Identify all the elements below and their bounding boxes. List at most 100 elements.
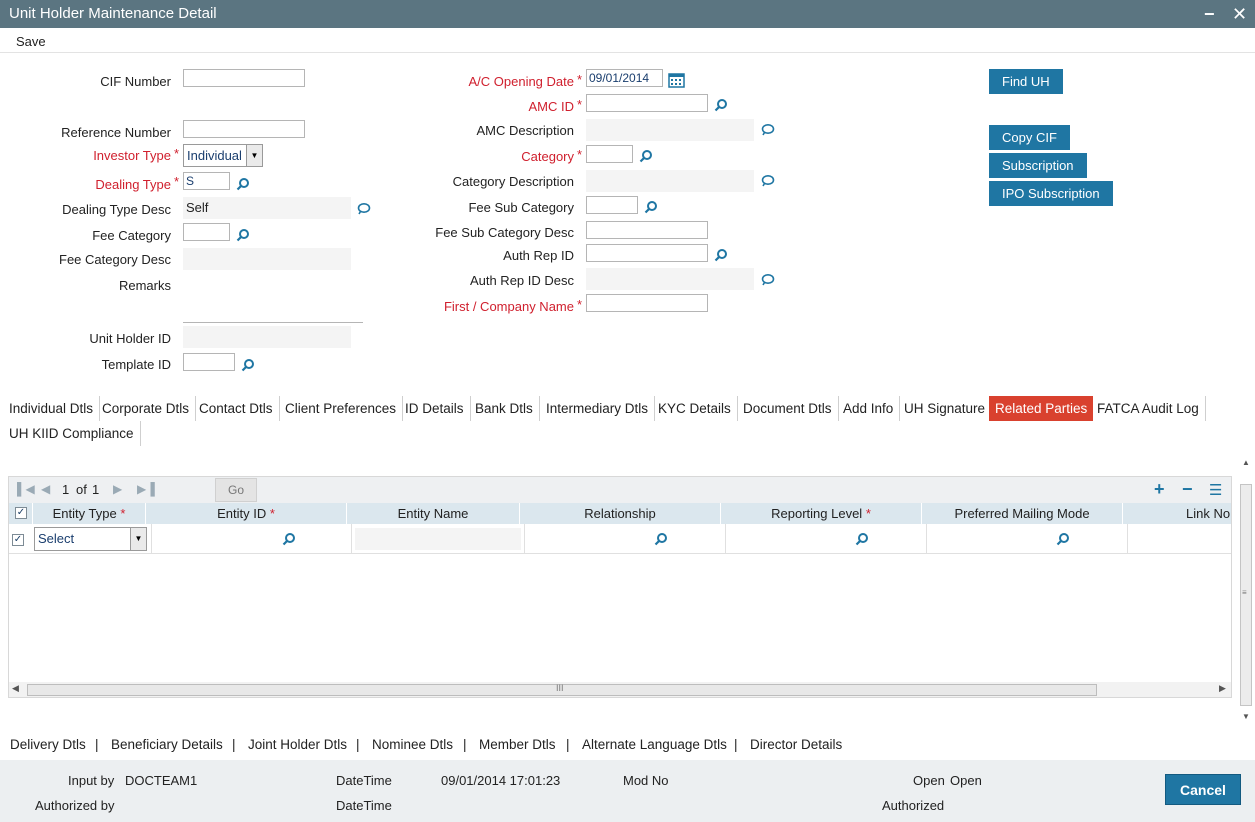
reference-number-input[interactable] — [183, 120, 305, 138]
first-page-icon[interactable]: ▌◀ — [17, 482, 35, 496]
tab-fatca-audit-log[interactable]: FATCA Audit Log — [1091, 396, 1206, 421]
search-icon[interactable] — [644, 200, 658, 214]
select-all-checkbox[interactable]: ✓ — [15, 507, 27, 519]
link-alternate-language-dtls[interactable]: Alternate Language Dtls — [582, 737, 727, 752]
link-nominee-dtls[interactable]: Nominee Dtls — [372, 737, 453, 752]
comment-icon[interactable] — [761, 273, 775, 287]
scroll-down-icon[interactable]: ▼ — [1242, 712, 1250, 721]
scroll-right-icon[interactable]: ▶ — [1219, 683, 1226, 694]
search-icon[interactable] — [855, 532, 869, 546]
tab-individual-dtls[interactable]: Individual Dtls — [3, 396, 101, 421]
vertical-scroll-thumb[interactable]: ≡ — [1240, 484, 1252, 706]
link-delivery-dtls[interactable]: Delivery Dtls — [10, 737, 86, 752]
fee-category-label: Fee Category — [92, 228, 171, 243]
search-icon[interactable] — [654, 532, 668, 546]
comment-icon[interactable] — [761, 123, 775, 137]
datetime-value: 09/01/2014 17:01:23 — [441, 773, 561, 788]
entity-type-select-value: Select — [38, 531, 75, 546]
tab-corporate-dtls[interactable]: Corporate Dtls — [96, 396, 197, 421]
required-mark: * — [174, 174, 180, 189]
comment-icon[interactable] — [761, 174, 775, 188]
next-page-icon[interactable]: ▶ — [113, 482, 122, 496]
fee-category-input[interactable] — [183, 223, 230, 241]
vertical-scrollbar[interactable]: ▲ ≡ ▼ — [1238, 458, 1254, 724]
col-entity-name[interactable]: Entity Name — [347, 503, 520, 524]
investor-type-select[interactable]: Individual ▼ — [183, 144, 263, 167]
link-separator: | — [232, 737, 236, 752]
open-label: Open — [913, 773, 945, 788]
entity-id-cell[interactable] — [151, 524, 352, 554]
subscription-button[interactable]: Subscription — [989, 153, 1087, 178]
tab-intermediary-dtls[interactable]: Intermediary Dtls — [540, 396, 656, 421]
copy-cif-button[interactable]: Copy CIF — [989, 125, 1070, 150]
fee-sub-category-desc-input[interactable] — [586, 221, 708, 239]
category-input[interactable] — [586, 145, 633, 163]
search-icon[interactable] — [236, 228, 250, 242]
category-label: Category — [521, 149, 574, 164]
ac-opening-date-input[interactable] — [586, 69, 663, 87]
tab-id-details[interactable]: ID Details — [399, 396, 471, 421]
horizontal-scrollbar[interactable]: ◀ III ▶ — [9, 682, 1231, 697]
calendar-icon[interactable] — [668, 72, 685, 88]
minimize-icon[interactable]: − — [1204, 0, 1215, 28]
prev-page-icon[interactable]: ◀ — [41, 482, 50, 496]
col-preferred-mailing-mode[interactable]: Preferred Mailing Mode — [922, 503, 1123, 524]
fee-sub-category-input[interactable] — [586, 196, 638, 214]
col-link-no[interactable]: Link No — [1123, 503, 1231, 524]
cancel-button[interactable]: Cancel — [1165, 774, 1241, 805]
tab-client-preferences[interactable]: Client Preferences — [279, 396, 404, 421]
tab-kyc-details[interactable]: KYC Details — [652, 396, 738, 421]
search-icon[interactable] — [714, 98, 728, 112]
col-reporting-level[interactable]: Reporting Level * — [721, 503, 922, 524]
col-entity-id[interactable]: Entity ID * — [146, 503, 347, 524]
col-relationship[interactable]: Relationship — [520, 503, 721, 524]
search-icon[interactable] — [1056, 532, 1070, 546]
tab-uh-kiid-compliance[interactable]: UH KIID Compliance — [3, 421, 141, 446]
template-id-label: Template ID — [101, 357, 171, 372]
last-page-icon[interactable]: ▶▐ — [137, 482, 155, 496]
find-uh-button[interactable]: Find UH — [989, 69, 1063, 94]
add-row-icon[interactable]: + — [1154, 479, 1165, 500]
dealing-type-input[interactable] — [183, 172, 230, 190]
link-member-dtls[interactable]: Member Dtls — [479, 737, 556, 752]
ipo-subscription-button[interactable]: IPO Subscription — [989, 181, 1113, 206]
close-icon[interactable]: ✕ — [1232, 0, 1247, 28]
cif-number-input[interactable] — [183, 69, 305, 87]
comment-icon[interactable] — [357, 202, 371, 216]
col-preferred-mailing-mode-label: Preferred Mailing Mode — [954, 506, 1090, 521]
tab-contact-dtls[interactable]: Contact Dtls — [193, 396, 280, 421]
tab-document-dtls[interactable]: Document Dtls — [737, 396, 839, 421]
remarks-textarea[interactable] — [183, 274, 363, 323]
single-view-icon[interactable]: ☰ — [1209, 481, 1222, 499]
go-button[interactable]: Go — [215, 478, 257, 502]
search-icon[interactable] — [639, 149, 653, 163]
search-icon[interactable] — [282, 532, 296, 546]
preferred-mailing-mode-cell[interactable] — [927, 524, 1128, 554]
scroll-up-icon[interactable]: ▲ — [1242, 458, 1250, 467]
search-icon[interactable] — [241, 358, 255, 372]
entity-type-select[interactable]: Select ▼ — [34, 527, 147, 551]
scroll-left-icon[interactable]: ◀ — [12, 683, 19, 694]
tab-related-parties[interactable]: Related Parties — [989, 396, 1094, 421]
link-director-details[interactable]: Director Details — [750, 737, 842, 752]
relationship-cell[interactable] — [525, 524, 726, 554]
tab-add-info[interactable]: Add Info — [837, 396, 901, 421]
link-joint-holder-dtls[interactable]: Joint Holder Dtls — [248, 737, 347, 752]
fee-category-desc-label: Fee Category Desc — [59, 252, 171, 267]
row-checkbox[interactable]: ✓ — [12, 534, 24, 546]
link-beneficiary-details[interactable]: Beneficiary Details — [111, 737, 223, 752]
reporting-level-cell[interactable] — [726, 524, 927, 554]
first-company-name-input[interactable] — [586, 294, 708, 312]
horizontal-scroll-thumb[interactable]: III — [27, 683, 1097, 696]
col-entity-type[interactable]: Entity Type * — [33, 503, 146, 524]
template-id-input[interactable] — [183, 353, 235, 371]
amc-id-input[interactable] — [586, 94, 708, 112]
save-menu-item[interactable]: Save — [16, 34, 46, 49]
search-icon[interactable] — [714, 248, 728, 262]
entity-name-cell — [352, 524, 525, 554]
tab-bank-dtls[interactable]: Bank Dtls — [469, 396, 540, 421]
delete-row-icon[interactable]: − — [1182, 479, 1193, 500]
auth-rep-id-input[interactable] — [586, 244, 708, 262]
search-icon[interactable] — [236, 177, 250, 191]
tab-uh-signature[interactable]: UH Signature — [898, 396, 993, 421]
